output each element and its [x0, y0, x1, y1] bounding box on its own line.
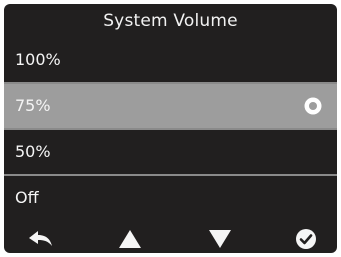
up-button[interactable]: [110, 224, 150, 253]
confirm-button[interactable]: [286, 224, 326, 253]
up-triangle-icon: [119, 229, 141, 248]
menu-title: System Volume: [103, 11, 238, 31]
option-label: 100%: [15, 50, 61, 69]
volume-menu-screen: System Volume 100% 75% 50% Off: [4, 4, 337, 253]
check-circle-icon: [296, 228, 316, 249]
back-button[interactable]: [21, 224, 61, 253]
option-off[interactable]: Off: [4, 176, 337, 220]
option-50[interactable]: 50%: [4, 130, 337, 174]
down-triangle-icon: [209, 229, 231, 248]
option-label: 50%: [15, 142, 51, 161]
option-label: Off: [15, 188, 39, 207]
down-button[interactable]: [200, 224, 240, 253]
option-100[interactable]: 100%: [4, 38, 337, 82]
option-label: 75%: [15, 96, 51, 115]
radio-selected-icon: [304, 97, 322, 115]
navigation-bar: [4, 224, 337, 253]
option-75[interactable]: 75%: [4, 84, 337, 128]
back-arrow-icon: [29, 230, 52, 246]
